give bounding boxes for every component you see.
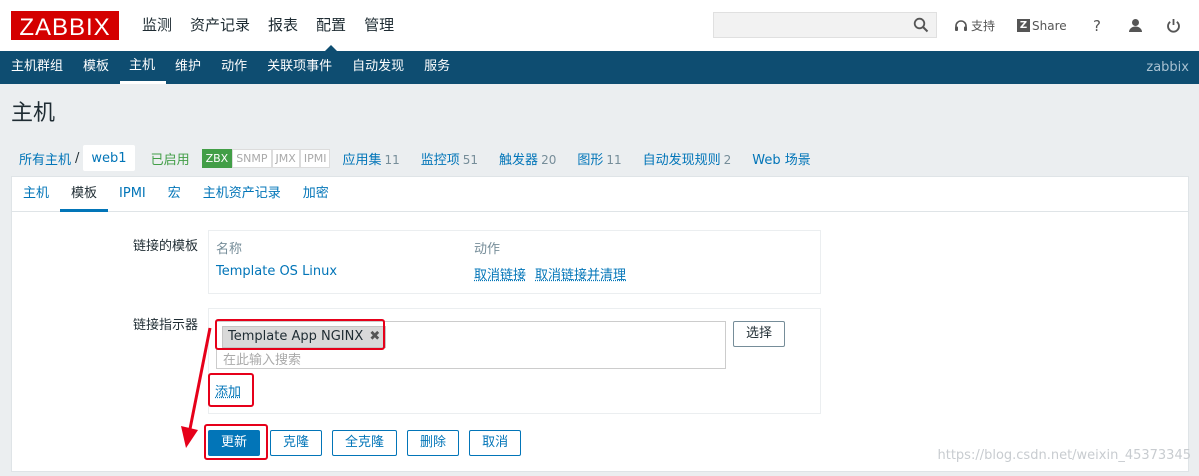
breadcrumb: 所有主机 / web1 已启用 ZBX SNMP JMX IPMI 应用集 11 …	[11, 145, 1189, 171]
linked-templates-table: 名称 动作 Template OS Linux 取消链接 取消链接并清理	[208, 230, 821, 294]
availability-badges: ZBX SNMP JMX IPMI	[201, 148, 331, 168]
tab-templates[interactable]: 模板	[60, 177, 109, 212]
badge-jmx: JMX	[271, 148, 300, 168]
power-icon	[1167, 19, 1180, 33]
graphs-label[interactable]: 图形	[577, 153, 603, 168]
search-icon[interactable]	[913, 17, 929, 33]
help-icon[interactable]: ?	[1093, 0, 1101, 51]
cancel-button[interactable]: 取消	[469, 430, 522, 456]
triggers-count: 20	[541, 152, 557, 167]
linked-templates-label: 链接的模板	[132, 239, 198, 254]
delete-button[interactable]: 删除	[407, 430, 460, 456]
secondary-nav: 主机群组 模板 主机 维护 动作 关联项事件 自动发现 服务 zabbix	[0, 51, 1199, 84]
watermark: https://blog.csdn.net/weixin_45373345	[937, 448, 1191, 463]
headset-icon	[955, 19, 967, 31]
search-input[interactable]	[713, 12, 937, 38]
subnav-hosts[interactable]: 主机	[120, 51, 167, 84]
applications-count: 11	[384, 152, 400, 167]
current-host[interactable]: web1	[83, 145, 135, 171]
highlight-chip	[215, 319, 385, 350]
items-count: 51	[462, 152, 479, 167]
triggers-link[interactable]: 触发器 20	[499, 149, 556, 168]
subnav-discovery[interactable]: 自动发现	[343, 51, 415, 84]
menu-administration[interactable]: 管理	[355, 0, 403, 51]
zabbix-logo[interactable]: ZABBIX	[11, 11, 119, 41]
template-link[interactable]: Template OS Linux	[216, 264, 337, 279]
top-bar: ZABBIX 监测 资产记录 报表 配置 管理 支持 Z Share ?	[0, 0, 1199, 51]
tab-host[interactable]: 主机	[12, 177, 60, 211]
share-label: Share	[1032, 18, 1067, 33]
page-title: 主机	[11, 101, 56, 126]
main-menu: 监测 资产记录 报表 配置 管理	[133, 0, 403, 51]
badge-ipmi: IPMI	[299, 148, 331, 168]
share-link[interactable]: Z Share	[1017, 0, 1067, 51]
search-placeholder[interactable]: 在此输入搜索	[223, 349, 301, 368]
tab-inventory[interactable]: 主机资产记录	[192, 177, 292, 211]
subnav-correlation[interactable]: 关联项事件	[258, 51, 343, 84]
web-scenarios-label[interactable]: Web 场景	[752, 153, 810, 168]
items-link[interactable]: 监控项 51	[421, 149, 478, 168]
subnav-templates[interactable]: 模板	[74, 51, 120, 84]
graphs-link[interactable]: 图形 11	[577, 149, 621, 168]
unlink-link[interactable]: 取消链接	[474, 264, 526, 283]
server-name: zabbix	[1146, 60, 1189, 75]
graphs-count: 11	[606, 152, 622, 167]
link-new-templates-label: 链接指示器	[132, 318, 198, 333]
breadcrumb-separator: /	[75, 150, 80, 166]
subnav-maintenance[interactable]: 维护	[166, 51, 212, 84]
tab-encryption[interactable]: 加密	[292, 177, 340, 211]
badge-zbx: ZBX	[201, 148, 233, 168]
select-button[interactable]: 选择	[733, 321, 785, 347]
badge-snmp: SNMP	[232, 148, 272, 168]
status-enabled[interactable]: 已启用	[151, 149, 190, 168]
applications-link[interactable]: 应用集 11	[342, 149, 399, 168]
applications-label[interactable]: 应用集	[342, 153, 381, 168]
subnav-host-groups[interactable]: 主机群组	[2, 51, 74, 84]
user-icon	[1129, 19, 1142, 32]
discovery-rules-count: 2	[723, 152, 732, 167]
annotation-arrow-icon	[181, 327, 212, 448]
current-host-link[interactable]: web1	[91, 151, 126, 166]
all-hosts-link[interactable]: 所有主机	[19, 149, 71, 168]
menu-reports[interactable]: 报表	[259, 0, 307, 51]
support-label: 支持	[971, 19, 996, 33]
tab-ipmi[interactable]: IPMI	[108, 177, 157, 211]
unlink-clear-link[interactable]: 取消链接并清理	[535, 264, 626, 283]
menu-configuration[interactable]: 配置	[307, 0, 355, 51]
col-name-header: 名称	[216, 242, 243, 257]
full-clone-button[interactable]: 全克隆	[332, 430, 398, 456]
web-scenarios-link[interactable]: Web 场景	[752, 149, 813, 168]
menu-inventory[interactable]: 资产记录	[181, 0, 259, 51]
discovery-rules-link[interactable]: 自动发现规则 2	[643, 149, 732, 168]
discovery-rules-label[interactable]: 自动发现规则	[643, 153, 721, 168]
logout[interactable]	[1166, 0, 1181, 51]
subnav-services[interactable]: 服务	[415, 51, 461, 84]
support-link[interactable]: 支持	[954, 0, 995, 51]
col-action-header: 动作	[474, 242, 501, 257]
user-profile[interactable]	[1128, 0, 1143, 51]
form-tabs: 主机 模板 IPMI 宏 主机资产记录 加密	[12, 177, 1188, 212]
triggers-label[interactable]: 触发器	[499, 153, 538, 168]
tab-macros[interactable]: 宏	[157, 177, 192, 211]
menu-monitoring[interactable]: 监测	[133, 0, 181, 51]
share-z-icon: Z	[1017, 19, 1030, 32]
clone-button[interactable]: 克隆	[270, 430, 323, 456]
items-label[interactable]: 监控项	[421, 153, 460, 168]
subnav-actions[interactable]: 动作	[212, 51, 258, 84]
